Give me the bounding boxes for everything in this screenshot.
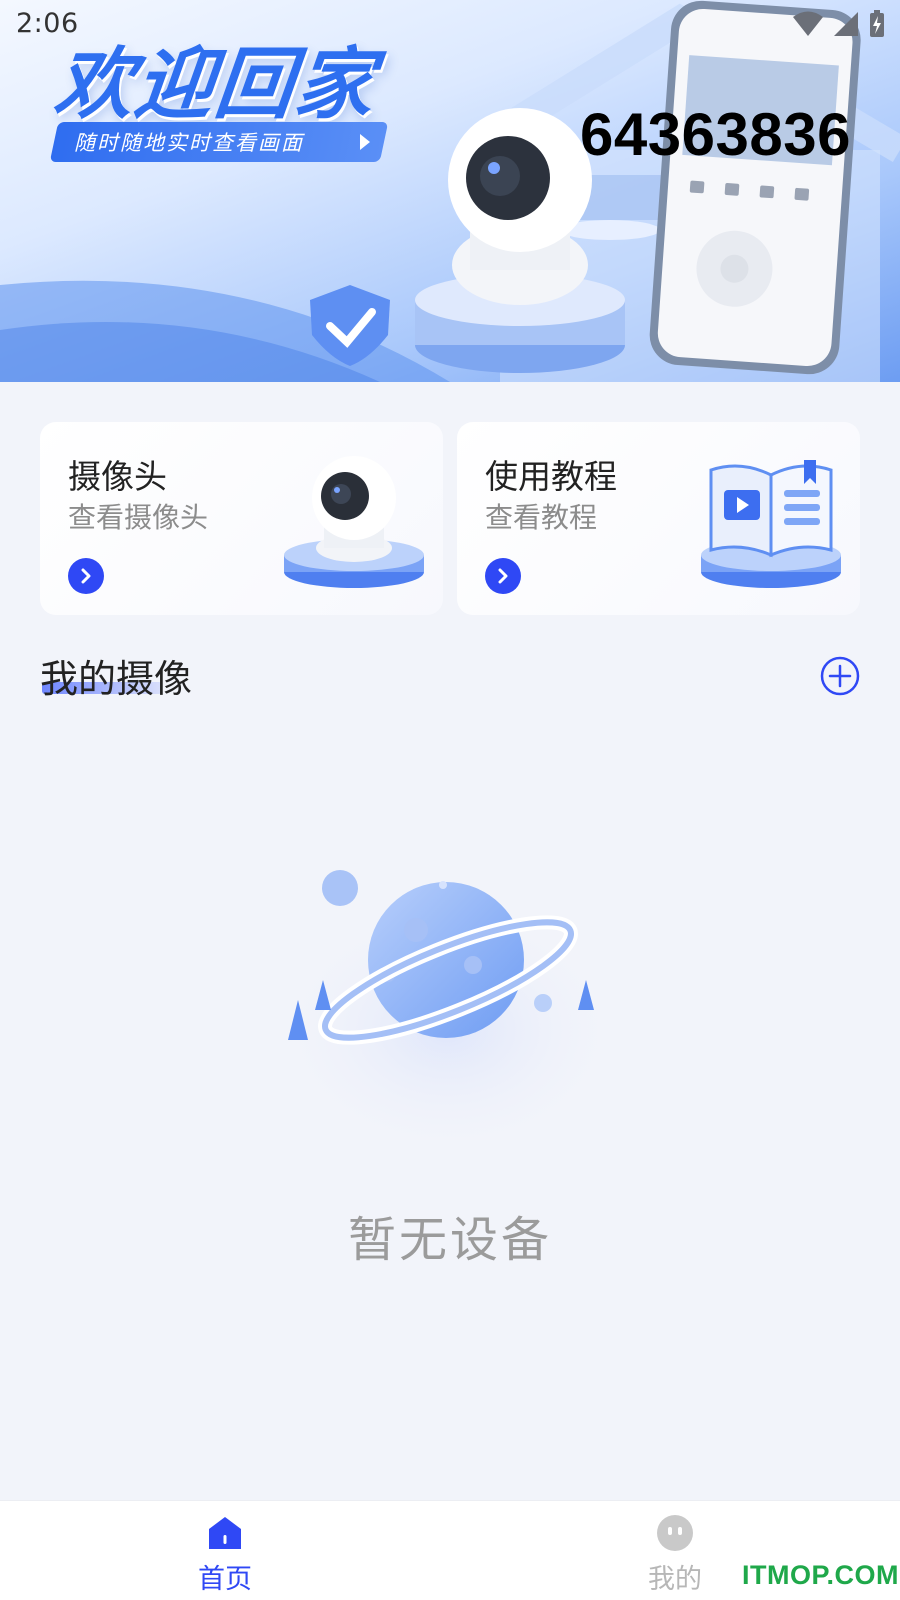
wifi-icon (793, 11, 823, 36)
tab-home[interactable]: 首页 (155, 1501, 295, 1600)
empty-state-text: 暂无设备 (347, 1212, 552, 1268)
add-device-button[interactable] (820, 656, 860, 696)
play-arrow-icon (360, 134, 370, 150)
banner-title: 欢迎回家 (50, 40, 381, 130)
tab-mine[interactable]: 我的 (605, 1501, 745, 1600)
battery-charging-icon (870, 10, 884, 37)
planet-illustration-icon (268, 870, 628, 1160)
chevron-right-icon (498, 568, 508, 584)
tutorial-card[interactable]: 使用教程 查看教程 (457, 422, 860, 615)
camera-card-title: 摄像头 (68, 457, 167, 496)
camera-illustration-icon (284, 456, 424, 588)
tutorial-card-title: 使用教程 (485, 457, 617, 496)
hero-banner: 2:06 欢迎回家 随时随地实时查看画面 64363836 (0, 0, 900, 382)
tutorial-card-go-button[interactable] (485, 558, 521, 594)
banner-subtitle: 随时随地实时查看画面 (74, 131, 304, 155)
tab-mine-label: 我的 (648, 1564, 702, 1595)
home-icon (209, 1517, 241, 1549)
camera-card-subtitle: 查看摄像头 (68, 501, 209, 534)
camera-card[interactable]: 摄像头 查看摄像头 (40, 422, 443, 615)
chevron-right-icon (81, 568, 91, 584)
banner-subtitle-pill: 随时随地实时查看画面 (49, 122, 389, 162)
section-title: 我的摄像 (40, 657, 193, 701)
my-cameras-header: 我的摄像 (40, 648, 192, 703)
site-watermark: ITMOP.COM (742, 1560, 900, 1590)
banner-overlay-number: 64363836 (580, 101, 851, 168)
tutorial-book-illustration-icon (701, 460, 841, 588)
camera-card-go-button[interactable] (68, 558, 104, 594)
tab-home-label: 首页 (198, 1564, 252, 1595)
cellular-signal-icon (834, 12, 858, 36)
tutorial-card-subtitle: 查看教程 (485, 501, 598, 534)
profile-face-icon (657, 1515, 693, 1551)
status-bar-icons (792, 10, 886, 38)
